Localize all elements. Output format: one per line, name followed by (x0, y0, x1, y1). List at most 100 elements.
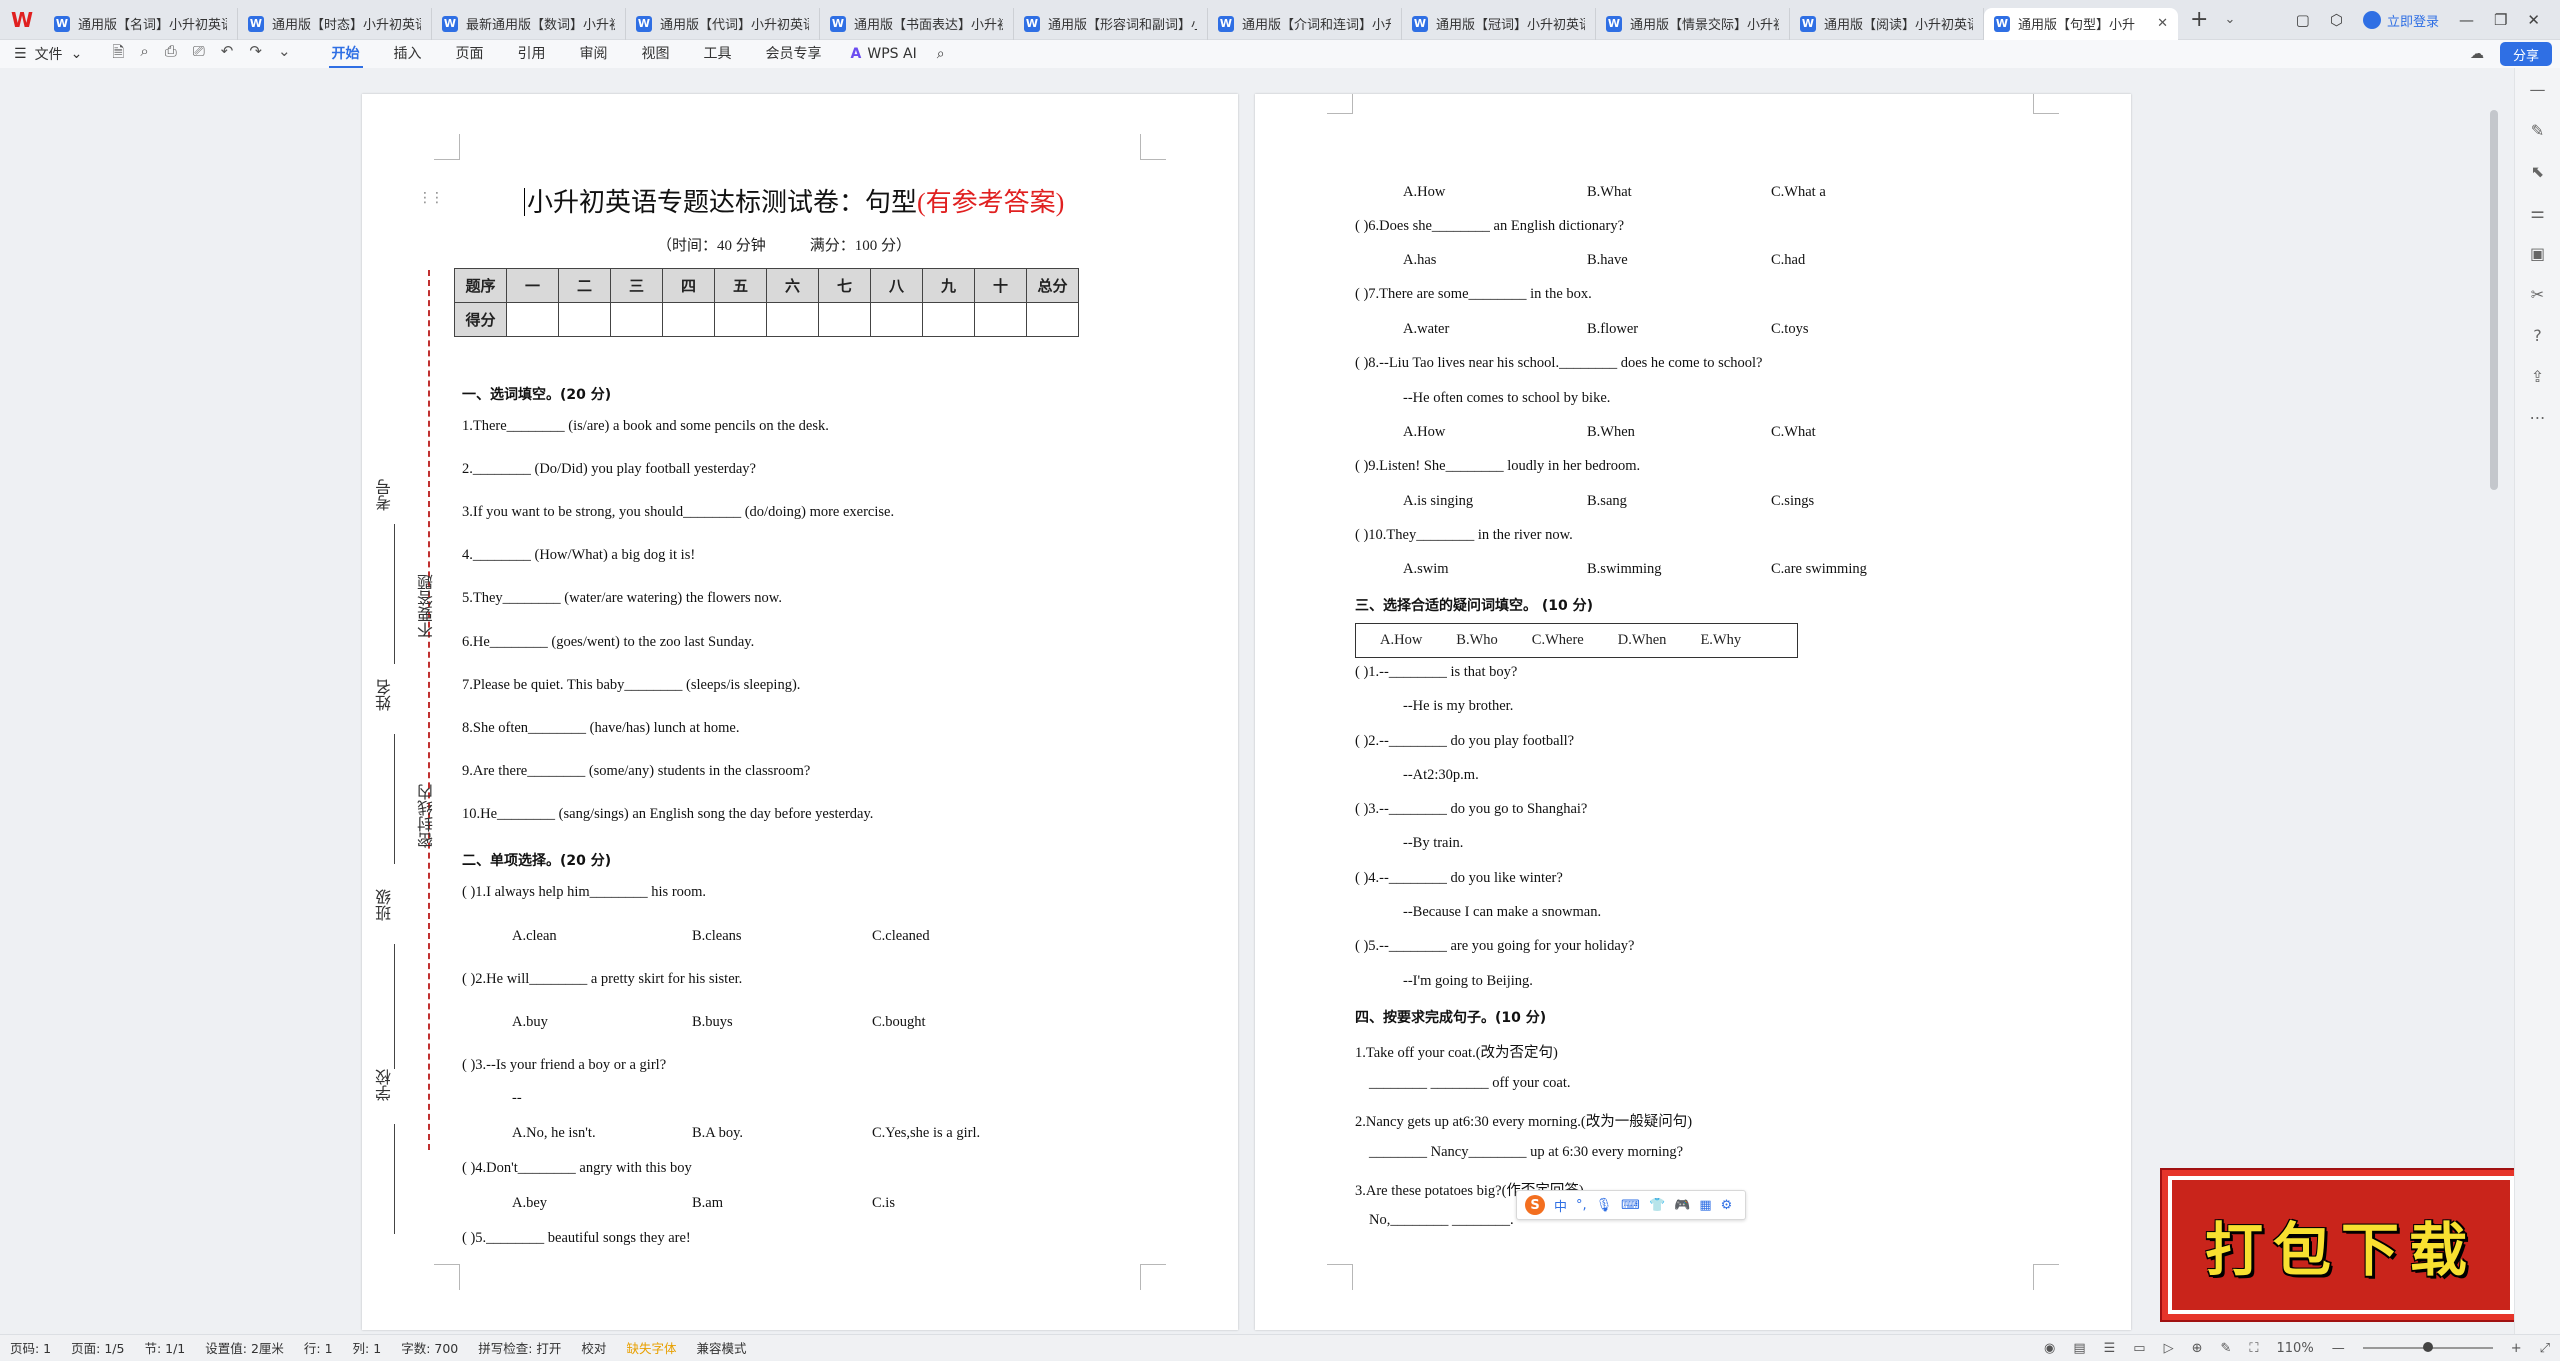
score-cell[interactable] (610, 302, 663, 337)
toolbox-icon[interactable]: ▦ (1699, 1198, 1711, 1213)
ribbon-tab[interactable]: 插入 (377, 40, 439, 68)
fit-icon[interactable]: ⛶ (2249, 1341, 2258, 1356)
redo-icon[interactable]: ↷ (249, 42, 262, 67)
sliders-icon[interactable]: ⚌ (2530, 203, 2544, 222)
ribbon-tab[interactable]: 会员专享 (749, 40, 839, 68)
print-preview-icon[interactable]: ⎚ (193, 42, 205, 67)
pen-icon[interactable]: ✎ (2531, 121, 2544, 140)
pencil-icon[interactable]: ✎ (2221, 1341, 2232, 1356)
option-row: A.buy B.buys C.bought (512, 1014, 1052, 1031)
word-option: D.When (1617, 632, 1667, 648)
zoom-slider[interactable] (2362, 1342, 2493, 1352)
share-button[interactable]: 分享 (2500, 42, 2552, 66)
zoom-out-icon[interactable]: — (2332, 1341, 2345, 1356)
status-item[interactable]: 拼写检查: 打开 (468, 1338, 571, 1357)
settings-icon[interactable]: ⚙ (1721, 1198, 1733, 1213)
score-cell[interactable] (974, 302, 1027, 337)
document-tab[interactable]: W 通用版【阅读】小升初英语 (1790, 7, 1984, 40)
web-icon[interactable]: ⊕ (2192, 1341, 2203, 1356)
wps-logo-icon[interactable]: W (0, 0, 44, 40)
table-header-cell: 二 (558, 268, 611, 303)
ime-toolbar[interactable]: S 中 °, 🎙 ⌨ 👕 🎮 ▦ ⚙ (1516, 1190, 1746, 1220)
ribbon-tab[interactable]: 开始 (315, 40, 377, 68)
zoom-in-icon[interactable]: + (2511, 1341, 2522, 1356)
find-icon[interactable]: ⌕ (140, 42, 148, 67)
score-cell[interactable] (662, 302, 715, 337)
sogou-logo-icon[interactable]: S (1525, 1195, 1545, 1215)
close-icon[interactable]: ✕ (2527, 11, 2540, 29)
restore-icon[interactable]: ❐ (2494, 11, 2507, 29)
ribbon-tab[interactable]: 审阅 (563, 40, 625, 68)
document-tab[interactable]: W 最新通用版【数词】小升初 (432, 7, 626, 40)
undo-icon[interactable]: ↶ (221, 42, 234, 67)
skin-icon[interactable]: 👕 (1649, 1198, 1665, 1213)
image-icon[interactable]: ▣ (2530, 244, 2545, 263)
cloud-sync-icon[interactable]: ☁ (2470, 46, 2484, 62)
option: A.buy (512, 1014, 548, 1030)
score-cell[interactable] (714, 302, 767, 337)
minimize-icon[interactable]: — (2459, 11, 2474, 29)
help-icon[interactable]: ? (2533, 326, 2542, 345)
select-icon[interactable]: ⬉ (2531, 162, 2544, 181)
more-chevron-icon[interactable]: ⌄ (278, 42, 291, 67)
login-button[interactable]: 立即登录 (2362, 11, 2439, 30)
margin-mark (1327, 94, 1353, 114)
ime-language[interactable]: 中 (1554, 1196, 1567, 1215)
score-cell[interactable] (1026, 302, 1079, 337)
chevron-down-icon: ⌄ (70, 46, 83, 62)
document-tab[interactable]: W 通用版【书面表达】小升初 (820, 7, 1014, 40)
search-icon[interactable]: ⌕ (929, 46, 953, 62)
score-cell[interactable] (818, 302, 871, 337)
ribbon-tab[interactable]: 视图 (625, 40, 687, 68)
document-tab[interactable]: W 通用版【时态】小升初英语专 (238, 7, 432, 40)
wps-ai-button[interactable]: A WPS AI (839, 46, 929, 62)
file-menu[interactable]: ☰ 文件 ⌄ (0, 44, 96, 64)
ribbon-tab[interactable]: 页面 (439, 40, 501, 68)
document-tab[interactable]: W 通用版【句型】小升 ✕ (1984, 7, 2178, 40)
option-row: A.How B.When C.What (1403, 424, 1955, 441)
eye-icon[interactable]: ◉ (2044, 1341, 2055, 1356)
document-tab[interactable]: W 通用版【冠词】小升初英语专 (1402, 7, 1596, 40)
collapse-icon[interactable]: — (2530, 80, 2546, 99)
tab-list-chevron-icon[interactable]: ⌄ (2224, 12, 2235, 27)
fullscreen-icon[interactable]: ⤢ (2540, 1341, 2550, 1356)
document-tab[interactable]: W 通用版【代词】小升初英语 (626, 7, 820, 40)
microphone-icon[interactable]: 🎙 (1596, 1198, 1613, 1213)
game-icon[interactable]: 🎮 (1674, 1198, 1690, 1213)
score-cell[interactable] (922, 302, 975, 337)
score-cell[interactable] (506, 302, 559, 337)
score-cell[interactable] (870, 302, 923, 337)
keyboard-icon[interactable]: ⌨ (1621, 1198, 1640, 1213)
more-icon[interactable]: ⋯ (2530, 408, 2546, 427)
print-icon[interactable]: ⎙ (165, 42, 177, 67)
play-icon[interactable]: ▷ (2164, 1341, 2174, 1356)
save-icon[interactable]: 🗎 (112, 42, 124, 67)
status-item[interactable]: 校对 (571, 1338, 616, 1357)
drag-handle-icon[interactable]: ⋮⋮ (418, 190, 444, 206)
status-item: 字数: 700 (401, 1341, 459, 1356)
document-tab[interactable]: W 通用版【名词】小升初英语专 (44, 7, 238, 40)
tools-icon[interactable]: ✂ (2531, 285, 2544, 304)
ribbon-tab[interactable]: 引用 (501, 40, 563, 68)
new-tab-button[interactable]: + (2178, 7, 2220, 32)
ribbon-tab[interactable]: 工具 (687, 40, 749, 68)
window-layout-icon[interactable]: ▢ (2296, 11, 2310, 29)
document-page-2[interactable]: A.How B.What C.What a ( )6.Does she________… (1255, 94, 2131, 1330)
download-banner[interactable]: 打包下载 (2162, 1170, 2520, 1320)
document-page-1[interactable]: ⋮⋮ 小升初英语专题达标测试卷：句型(有参考答案) （时间：40 分钟 满分：10… (362, 94, 1238, 1330)
score-cell[interactable] (766, 302, 819, 337)
close-tab-icon[interactable]: ✕ (2157, 16, 2168, 31)
document-tab[interactable]: W 通用版【情景交际】小升初 (1596, 7, 1790, 40)
read-mode-icon[interactable]: ▭ (2133, 1341, 2145, 1356)
vertical-scrollbar[interactable] (2490, 110, 2498, 490)
score-cell[interactable] (558, 302, 611, 337)
document-tab[interactable]: W 通用版【介词和连词】小升 (1208, 7, 1402, 40)
outline-icon[interactable]: ☰ (2104, 1341, 2116, 1356)
status-item[interactable]: 缺失字体 (616, 1338, 686, 1357)
share-icon[interactable]: ⇪ (2531, 367, 2544, 386)
zoom-level[interactable]: 110% (2277, 1341, 2314, 1356)
punctuation-icon[interactable]: °, (1576, 1198, 1587, 1213)
cube-icon[interactable]: ⬡ (2330, 11, 2343, 29)
document-tab[interactable]: W 通用版【形容词和副词】小 (1014, 7, 1208, 40)
page-view-icon[interactable]: ▤ (2073, 1341, 2085, 1356)
